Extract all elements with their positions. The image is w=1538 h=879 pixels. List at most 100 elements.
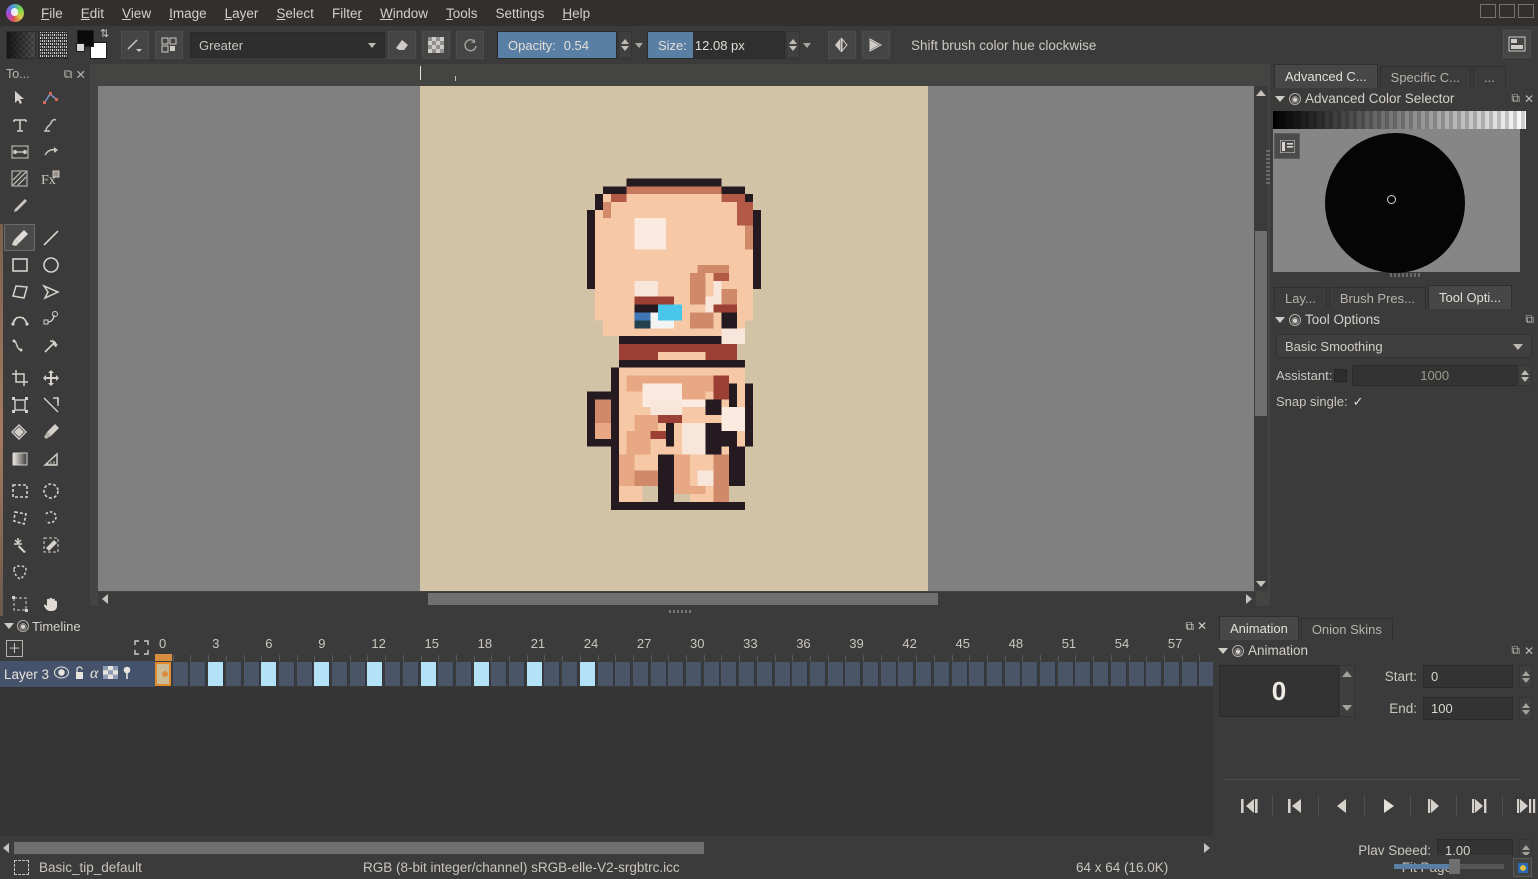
float-dock-icon[interactable]: ⧉: [64, 67, 73, 82]
scroll-up-icon[interactable]: [1256, 90, 1266, 96]
close-icon[interactable]: ✕: [1524, 92, 1534, 106]
menu-window[interactable]: Window: [371, 3, 437, 24]
fx-tool[interactable]: Fx: [35, 165, 66, 192]
float-dock-icon[interactable]: ⧉: [1525, 312, 1534, 327]
end-field[interactable]: 100: [1423, 697, 1513, 720]
menu-image[interactable]: Image: [160, 3, 216, 24]
fill-tool[interactable]: [4, 418, 35, 445]
polygon-tool[interactable]: [4, 278, 35, 305]
timeline-frame-cell[interactable]: [297, 662, 313, 686]
timeline-frame-cell[interactable]: [615, 662, 631, 686]
opacity-options-icon[interactable]: [635, 43, 643, 48]
tab-specific-color[interactable]: Specific C...: [1380, 66, 1471, 88]
canvas-paper[interactable]: [420, 86, 928, 591]
timeline-frame-cell[interactable]: [173, 662, 189, 686]
vertical-ruler[interactable]: [90, 86, 98, 610]
next-keyframe-icon[interactable]: [1457, 790, 1502, 822]
tab-brush-presets[interactable]: Brush Pres...: [1329, 287, 1426, 309]
tab-more[interactable]: ...: [1473, 66, 1506, 88]
freehand-select-tool[interactable]: [35, 504, 66, 531]
freehand-brush-tool[interactable]: [4, 224, 35, 251]
timeline-frame-cell[interactable]: [881, 662, 897, 686]
timeline-frame-cell[interactable]: [916, 662, 932, 686]
timeline-frame-cell[interactable]: [668, 662, 684, 686]
gradient-swatch[interactable]: [6, 31, 36, 59]
timeline-frame-cell[interactable]: [350, 662, 366, 686]
edit-shapes-tool[interactable]: [35, 84, 66, 111]
timeline-frame-cell[interactable]: [279, 662, 295, 686]
minimize-button[interactable]: [1480, 4, 1496, 18]
close-button[interactable]: [1518, 4, 1534, 18]
size-spinner[interactable]: [786, 31, 800, 59]
assistant-tool[interactable]: [35, 445, 66, 472]
start-field[interactable]: 0: [1423, 665, 1513, 688]
timeline-frame-cell[interactable]: [491, 662, 507, 686]
select-shapes-tool[interactable]: [4, 84, 35, 111]
timeline-frame-cell[interactable]: [314, 662, 330, 686]
timeline-frame-cell[interactable]: [261, 662, 277, 686]
float-dock-icon[interactable]: ⧉: [1185, 619, 1194, 634]
fit-timeline-icon[interactable]: [134, 640, 149, 658]
timeline-frame-cell[interactable]: [1040, 662, 1056, 686]
timeline-frame-cell[interactable]: [1093, 662, 1109, 686]
timeline-frame-cell[interactable]: [385, 662, 401, 686]
color-wheel[interactable]: [1325, 133, 1465, 273]
multibrush-tool[interactable]: [4, 332, 35, 359]
selector-settings-icon[interactable]: [1274, 133, 1300, 159]
timeline-frame-cell[interactable]: [1075, 662, 1091, 686]
transform-arrow-tool[interactable]: [35, 332, 66, 359]
dynamic-brush-tool[interactable]: [35, 305, 66, 332]
close-icon[interactable]: ✕: [1197, 619, 1213, 633]
tab-onion-skins[interactable]: Onion Skins: [1301, 618, 1393, 640]
pattern-fill-tool[interactable]: [4, 165, 35, 192]
menu-filter[interactable]: Filter: [323, 3, 371, 24]
current-frame-display[interactable]: 0: [1219, 665, 1339, 717]
collapse-triangle-icon[interactable]: [1275, 317, 1285, 323]
timeline-frame-cell[interactable]: [1146, 662, 1162, 686]
gradient-edit-tool[interactable]: [4, 138, 35, 165]
timeline-frame-cell[interactable]: [1164, 662, 1180, 686]
timeline-frame-cell[interactable]: [721, 662, 737, 686]
vertical-scroll-thumb[interactable]: [1255, 231, 1267, 416]
next-frame-icon[interactable]: [1411, 790, 1456, 822]
timeline-frame-cell[interactable]: [244, 662, 260, 686]
timeline-frame-cell[interactable]: [1058, 662, 1074, 686]
timeline-frame-cell[interactable]: [775, 662, 791, 686]
zoom-slider[interactable]: [1394, 864, 1504, 869]
ellipse-tool[interactable]: [35, 251, 66, 278]
brush-editor-button[interactable]: [121, 31, 149, 59]
zoom-tool[interactable]: [4, 590, 35, 617]
value-strip[interactable]: [1273, 111, 1526, 129]
timeline-frame-cell[interactable]: [952, 662, 968, 686]
measure-tool[interactable]: [35, 138, 66, 165]
timeline-frame-cell[interactable]: [598, 662, 614, 686]
transform-tool[interactable]: [4, 391, 35, 418]
eraser-mode-button[interactable]: [388, 31, 416, 59]
preserve-alpha-button[interactable]: [422, 31, 450, 59]
timeline-frame-cell[interactable]: [633, 662, 649, 686]
opacity-spinner[interactable]: [618, 31, 632, 59]
zoom-presets-icon[interactable]: [1513, 858, 1532, 877]
color-picker-tool[interactable]: [35, 418, 66, 445]
timeline-frame-cell[interactable]: [739, 662, 755, 686]
scroll-left-icon[interactable]: [102, 594, 108, 604]
timeline-frame-cell[interactable]: [1111, 662, 1127, 686]
timeline-scroll-thumb[interactable]: [14, 842, 704, 854]
collapse-triangle-icon[interactable]: [1218, 648, 1228, 654]
play-pause-icon[interactable]: [1365, 790, 1410, 822]
timeline-frame-cell[interactable]: [969, 662, 985, 686]
timeline-frame-cell[interactable]: [810, 662, 826, 686]
canvas-timeline-splitter[interactable]: [90, 606, 1270, 616]
skip-to-first-icon[interactable]: [1227, 790, 1272, 822]
text-tool[interactable]: [4, 111, 35, 138]
snap-single-checkbox[interactable]: ✓: [1353, 394, 1364, 410]
alpha-icon[interactable]: α: [90, 665, 98, 683]
collapse-triangle-icon[interactable]: [1275, 96, 1285, 102]
pattern-swatch[interactable]: [38, 31, 68, 59]
close-icon[interactable]: ✕: [1524, 644, 1534, 658]
collapse-triangle-icon[interactable]: [4, 623, 14, 629]
timeline-frame-cell[interactable]: [651, 662, 667, 686]
contiguous-select-tool[interactable]: [4, 531, 35, 558]
timeline-frame-cell[interactable]: [438, 662, 454, 686]
polyline-tool[interactable]: [35, 278, 66, 305]
